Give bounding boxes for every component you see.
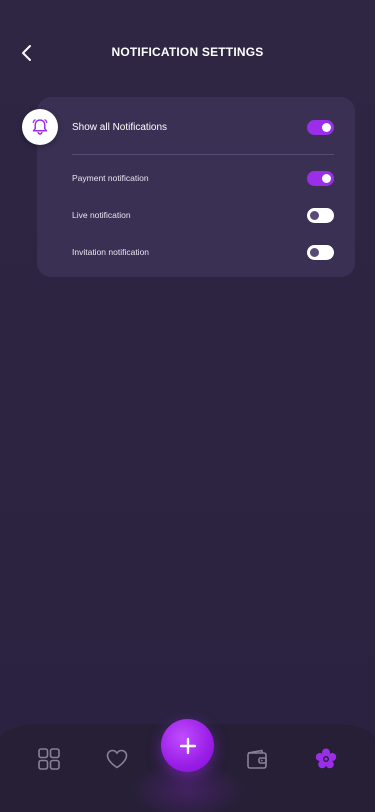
nav-wallet-button[interactable]	[244, 746, 270, 772]
invitation-notification-row: Invitation notification	[72, 242, 334, 262]
invitation-notification-toggle[interactable]	[307, 244, 334, 260]
nav-favorites-button[interactable]	[104, 746, 130, 772]
live-notification-row: Live notification	[72, 205, 334, 225]
toggle-knob	[322, 122, 331, 132]
plus-icon	[179, 737, 196, 754]
payment-notification-label: Payment notification	[72, 173, 149, 183]
live-notification-toggle[interactable]	[307, 207, 334, 223]
show-all-notifications-label: Show all Notifications	[72, 121, 168, 133]
show-all-notifications-row: Show all Notifications	[72, 117, 334, 137]
invitation-notification-label: Invitation notification	[72, 247, 150, 257]
header: NOTIFICATION SETTINGS	[0, 0, 375, 104]
live-notification-label: Live notification	[72, 210, 131, 220]
wallet-icon	[247, 749, 267, 769]
toggle-knob	[322, 173, 331, 183]
bell-icon	[32, 119, 48, 135]
show-all-notifications-toggle[interactable]	[307, 119, 334, 135]
payment-notification-toggle[interactable]	[307, 170, 334, 186]
heart-icon	[106, 749, 128, 769]
nav-settings-button[interactable]	[313, 746, 339, 772]
grid-icon	[38, 748, 60, 770]
add-button[interactable]	[161, 719, 214, 772]
page-title: NOTIFICATION SETTINGS	[111, 45, 264, 59]
divider	[72, 154, 334, 155]
flower-settings-icon	[315, 748, 337, 769]
toggle-knob	[310, 210, 319, 220]
bell-icon-badge	[22, 109, 58, 145]
toggle-knob	[310, 247, 319, 257]
payment-notification-row: Payment notification	[72, 168, 334, 188]
nav-dashboard-button[interactable]	[36, 746, 62, 772]
